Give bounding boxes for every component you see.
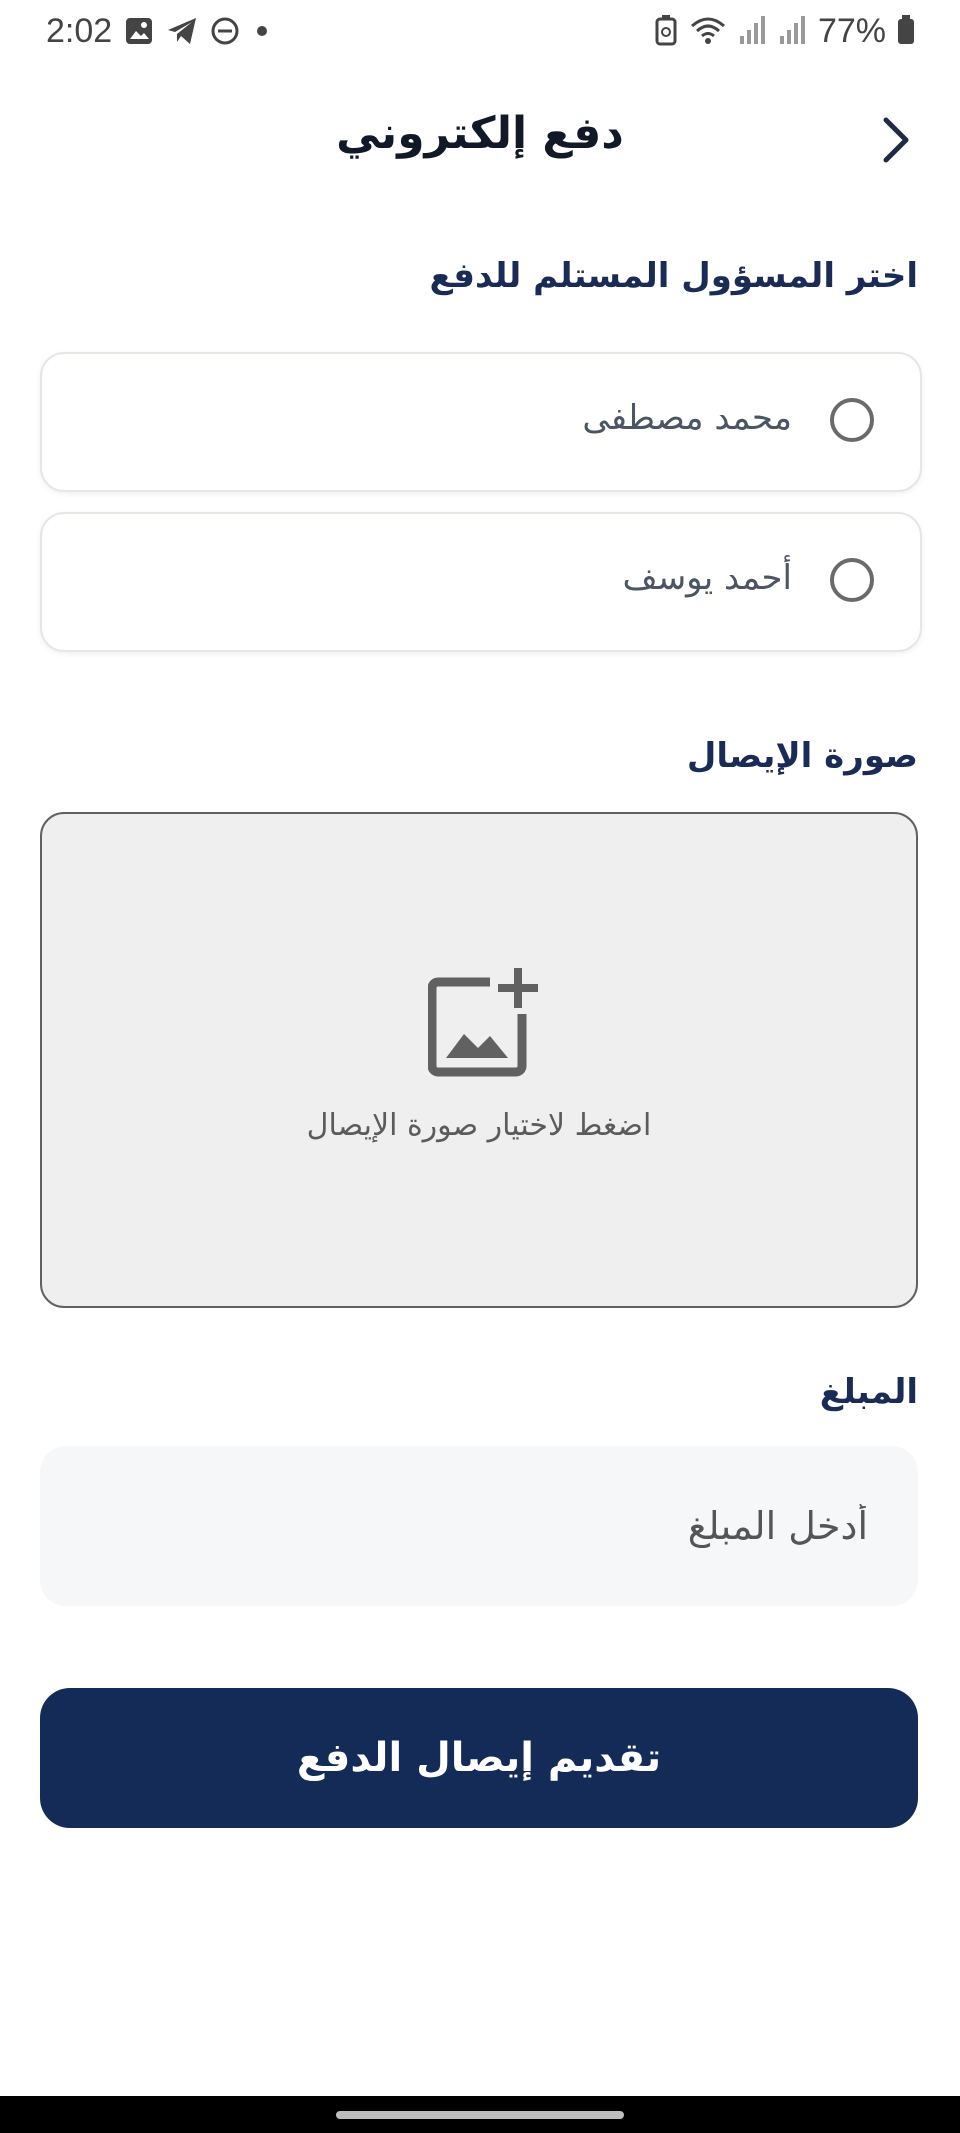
amount-section-label: المبلغ bbox=[819, 1372, 918, 1412]
home-gesture-handle[interactable] bbox=[336, 2111, 624, 2119]
status-right-icons: 77% bbox=[654, 12, 916, 51]
battery-saver-icon bbox=[654, 14, 678, 50]
battery-icon bbox=[896, 14, 916, 50]
signal-icon bbox=[778, 14, 808, 50]
chevron-right-icon bbox=[883, 117, 909, 163]
wifi-icon bbox=[688, 14, 728, 50]
status-left-icons bbox=[124, 16, 272, 50]
recipient-section-label: اختر المسؤول المستلم للدفع bbox=[429, 256, 918, 296]
radio-button[interactable] bbox=[830, 558, 874, 602]
amount-input[interactable] bbox=[40, 1446, 918, 1606]
image-icon bbox=[124, 16, 154, 50]
recipient-option-2[interactable]: أحمد يوسف bbox=[40, 512, 922, 652]
amount-field[interactable] bbox=[40, 1446, 918, 1606]
telegram-icon bbox=[166, 16, 198, 50]
receipt-section-label: صورة الإيصال bbox=[686, 736, 918, 776]
recipient-option-label: أحمد يوسف bbox=[622, 558, 793, 598]
recipient-option-1[interactable]: محمد مصطفى bbox=[40, 352, 922, 492]
dot-icon bbox=[252, 16, 272, 50]
page-title: دفع إلكتروني bbox=[336, 108, 624, 159]
upload-hint: اضغط لاختيار صورة الإيصال bbox=[306, 1108, 652, 1143]
dnd-icon bbox=[210, 16, 240, 50]
add-photo-icon bbox=[428, 968, 538, 1077]
status-time: 2:02 bbox=[46, 12, 113, 50]
signal-icon bbox=[738, 14, 768, 50]
radio-button[interactable] bbox=[830, 398, 874, 442]
battery-percentage: 77% bbox=[817, 12, 886, 50]
receipt-upload-area[interactable]: اضغط لاختيار صورة الإيصال bbox=[40, 812, 918, 1308]
submit-receipt-button[interactable]: تقديم إيصال الدفع bbox=[40, 1688, 918, 1828]
back-button[interactable] bbox=[870, 110, 922, 170]
recipient-option-label: محمد مصطفى bbox=[582, 398, 792, 438]
